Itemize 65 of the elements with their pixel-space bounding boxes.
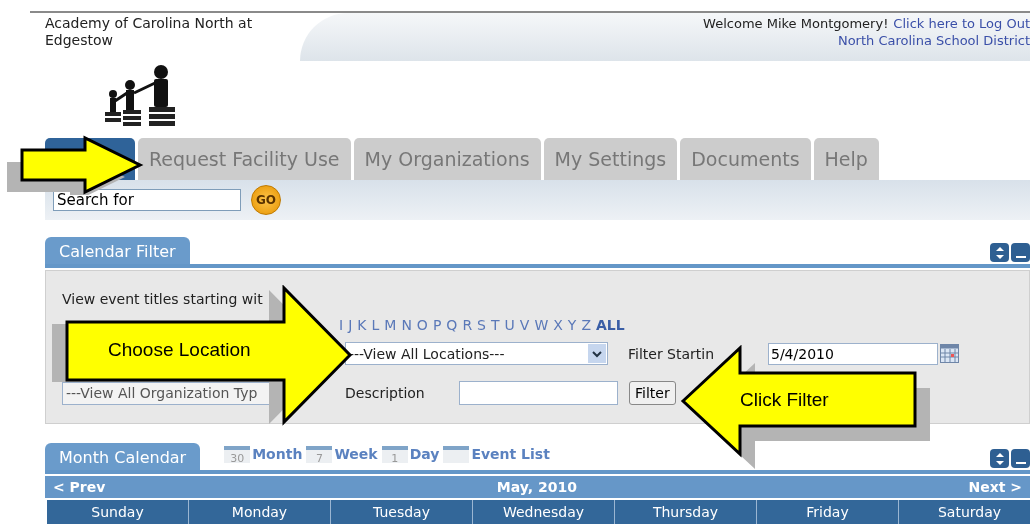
- weekday-header: Friday: [757, 500, 899, 524]
- letter-link[interactable]: M: [384, 317, 397, 333]
- description-field[interactable]: [459, 381, 618, 405]
- view-link[interactable]: Month: [252, 446, 303, 462]
- callout-label: Choose Location: [108, 339, 251, 361]
- letter-link[interactable]: X: [553, 317, 563, 333]
- prev-link[interactable]: < Prev: [53, 479, 106, 495]
- district-link[interactable]: North Carolina School District: [837, 33, 1030, 48]
- calendar-page-icon[interactable]: 7: [306, 445, 333, 463]
- letter-link[interactable]: K: [357, 317, 367, 333]
- welcome-text: Welcome Mike Montgomery!: [703, 16, 889, 31]
- dropdown-icon: [588, 344, 606, 363]
- date-field[interactable]: 5/4/2010: [768, 342, 938, 365]
- letter-link[interactable]: P: [432, 317, 442, 333]
- filter-button[interactable]: Filter: [629, 381, 676, 405]
- letter-link[interactable]: Q: [446, 317, 458, 333]
- view-link[interactable]: Day: [409, 446, 440, 462]
- view-link[interactable]: Week: [334, 446, 378, 462]
- nav-tab[interactable]: Help: [813, 138, 879, 180]
- letter-link[interactable]: Y: [567, 317, 577, 333]
- weekday-header: Saturday: [899, 500, 1030, 524]
- calendar-page-icon[interactable]: 30: [224, 445, 251, 463]
- panel-tab[interactable]: Calendar Filter: [45, 237, 190, 264]
- weekday-header: Monday: [189, 500, 331, 524]
- minimize-icon[interactable]: [1011, 449, 1030, 468]
- intro-text: View event titles starting wit: [62, 291, 263, 307]
- calendar-icon[interactable]: [940, 344, 959, 363]
- letter-link[interactable]: Z: [581, 317, 591, 333]
- letter-link[interactable]: T: [491, 317, 500, 333]
- calendar-page-icon[interactable]: 1: [381, 445, 408, 463]
- weekday-header: Wednesday: [473, 500, 615, 524]
- search-field[interactable]: Search for: [53, 189, 241, 211]
- letter-link[interactable]: L: [371, 317, 380, 333]
- panel-tab[interactable]: Month Calendar: [45, 443, 201, 470]
- calendar-page-icon[interactable]: [443, 445, 470, 463]
- go-button[interactable]: GO: [251, 185, 281, 215]
- location-select[interactable]: ---View All Locations---: [345, 342, 608, 365]
- letter-link[interactable]: W: [534, 317, 549, 333]
- weekday-header: Sunday: [47, 500, 189, 524]
- nav-tab[interactable]: My Organizations: [353, 138, 541, 180]
- letter-link[interactable]: I: [339, 317, 344, 333]
- month-title: May, 2010: [496, 479, 577, 495]
- letter-link[interactable]: S: [477, 317, 486, 333]
- letter-link[interactable]: R: [462, 317, 473, 333]
- weekday-header: Tuesday: [331, 500, 473, 524]
- minimize-icon[interactable]: [1011, 243, 1030, 262]
- weekday-header: Thursday: [615, 500, 757, 524]
- description-label: Description: [345, 385, 426, 401]
- logout-link[interactable]: Click here to Log Out: [893, 16, 1030, 31]
- nav-tab[interactable]: My Settings: [543, 138, 678, 180]
- letter-link[interactable]: O: [416, 317, 428, 333]
- all-link[interactable]: ALL: [596, 317, 625, 333]
- sort-icon[interactable]: [990, 449, 1009, 468]
- school-name: Academy of Carolina North at Edgestow: [45, 14, 254, 50]
- letter-link[interactable]: J: [348, 317, 353, 333]
- letter-link[interactable]: V: [519, 317, 530, 333]
- sort-icon[interactable]: [990, 243, 1009, 262]
- view-link[interactable]: Event List: [471, 446, 550, 462]
- letter-link[interactable]: N: [401, 317, 412, 333]
- next-link[interactable]: Next >: [968, 479, 1022, 495]
- letter-link[interactable]: U: [504, 317, 515, 333]
- nav-tab[interactable]: Documents: [680, 138, 811, 180]
- callout-label: Click Filter: [740, 389, 829, 411]
- nav-tab[interactable]: Request Facility Use: [138, 138, 351, 180]
- filter-start-label: Filter Startin: [628, 345, 716, 362]
